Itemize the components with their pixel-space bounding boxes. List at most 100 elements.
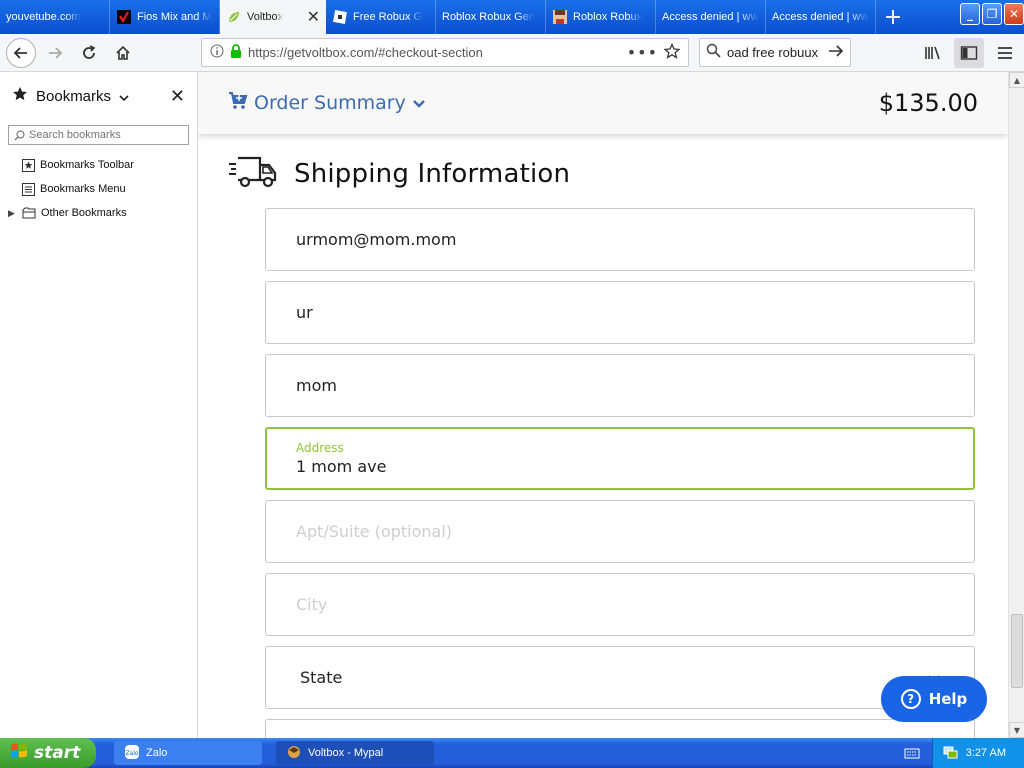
apt-suite-field[interactable] [265,500,975,563]
restore-button[interactable]: ❐ [982,3,1002,25]
taskbar-item-voltbox[interactable]: Voltbox - Mypal [276,741,434,765]
first-name-field[interactable] [265,281,975,344]
star-bookmark-icon[interactable] [663,42,681,63]
bookmarks-menu-icon [22,182,35,196]
tab-free-robux[interactable]: Free Robux G [326,0,436,34]
search-input[interactable]: oad free robuux [727,45,822,60]
sidebar-icon [960,46,978,60]
start-button[interactable]: start [0,738,96,768]
forward-button[interactable] [40,38,70,68]
url-text[interactable]: https://getvoltbox.com/#checkout-section [248,45,621,60]
close-icon: ✕ [1008,7,1020,21]
tab-label: Free Robux G [353,11,423,23]
tab-youvetube[interactable]: youvetube.com [0,0,110,34]
bookmarks-toolbar-icon [22,158,35,172]
bookmark-search-input[interactable] [29,129,179,141]
clock[interactable]: 3:27 AM [966,747,1006,759]
sidebar-toggle-button[interactable] [954,38,984,68]
last-name-field[interactable] [265,354,975,417]
scroll-up-icon[interactable]: ▲ [1009,72,1024,88]
search-bar[interactable]: oad free robuux [699,38,851,67]
city-input[interactable] [296,595,944,614]
plus-icon: + [883,4,903,30]
tab-access-denied-1[interactable]: Access denied | www [656,0,766,34]
bookmark-search-field[interactable] [8,125,189,145]
tab-label: Roblox Robux [573,11,643,23]
roblox-icon [332,9,348,25]
library-button[interactable] [918,38,948,68]
tab-access-denied-2[interactable]: Access denied | www [766,0,876,34]
apt-suite-input[interactable] [296,522,944,541]
new-tab-button[interactable]: + [876,0,910,34]
page-actions-icon[interactable]: ••• [627,43,658,62]
address-field[interactable]: Address [265,427,975,490]
bookmark-item-menu[interactable]: Bookmarks Menu [0,177,197,201]
taskbar-item-zalo[interactable]: Zalo Zalo [114,741,262,765]
close-tab-icon[interactable]: ✕ [307,7,320,27]
tab-voltbox[interactable]: Voltbox ✕ [220,0,326,34]
home-button[interactable] [108,38,138,68]
last-name-input[interactable] [296,376,944,395]
tab-label: Voltbox [247,11,284,23]
navigation-toolbar: https://getvoltbox.com/#checkout-section… [0,34,1024,72]
tab-fios[interactable]: Fios Mix and M [110,0,220,34]
next-field[interactable] [265,719,975,738]
info-icon[interactable] [210,43,224,62]
tab-label: Fios Mix and M [137,11,212,23]
order-summary-toggle[interactable]: Order Summary [254,92,406,114]
arrow-go-icon[interactable] [828,43,844,62]
taskbar-item-label: Voltbox - Mypal [308,747,384,759]
reload-button[interactable] [74,38,104,68]
chevron-right-icon[interactable]: ▶ [8,208,15,219]
svg-text:Zalo: Zalo [125,750,138,757]
help-button[interactable]: ? Help [881,676,987,722]
scroll-down-icon[interactable]: ▼ [1009,722,1024,738]
state-select-value: State [300,668,343,687]
bookmark-item-label: Bookmarks Toolbar [40,159,134,171]
mypal-browser-icon [286,744,302,763]
back-button[interactable] [6,37,36,68]
email-input[interactable] [296,230,944,249]
bookmark-item-label: Bookmarks Menu [40,183,126,195]
state-select[interactable]: State [265,646,975,709]
tab-label: Access denied | www [772,11,869,23]
bookmark-item-toolbar[interactable]: Bookmarks Toolbar [0,153,197,177]
start-label: start [34,743,81,763]
arrow-left-icon [13,46,27,59]
first-name-input[interactable] [296,303,944,322]
url-bar[interactable]: https://getvoltbox.com/#checkout-section… [201,38,689,67]
search-icon [14,130,25,140]
close-sidebar-icon[interactable]: ✕ [170,86,185,107]
sidebar-title[interactable]: Bookmarks [36,88,111,105]
windows-taskbar: start Zalo Zalo Voltbox - Mypal 3:27 AM [0,738,1024,768]
page-scrollbar[interactable]: ▲ ▼ [1008,72,1024,738]
minimize-button[interactable]: _ [960,3,980,25]
system-tray: 3:27 AM [932,738,1024,768]
tab-roblox-robux[interactable]: Roblox Robux [546,0,656,34]
bookmark-item-other[interactable]: ▶ Other Bookmarks [0,201,197,225]
close-window-button[interactable]: ✕ [1004,3,1024,25]
keyboard-icon[interactable] [904,745,920,764]
scroll-thumb[interactable] [1011,614,1023,688]
bookmark-tree: Bookmarks Toolbar Bookmarks Menu ▶ Other… [0,153,197,225]
address-label: Address [296,441,344,455]
page-content: Order Summary $135.00 Shipping Informati… [198,72,1008,738]
minimize-icon: _ [967,7,973,21]
address-input[interactable] [296,457,944,476]
star-icon [12,86,28,106]
order-total: $135.00 [878,89,978,117]
reload-icon [83,44,96,59]
shopping-cart-icon[interactable] [228,92,248,114]
verizon-check-icon [116,9,132,25]
chevron-down-icon[interactable] [412,94,426,113]
city-field[interactable] [265,573,975,636]
network-icon[interactable] [942,744,958,763]
chevron-down-icon[interactable] [119,87,129,106]
zalo-icon: Zalo [124,744,140,763]
tab-robux-gen[interactable]: Roblox Robux Gen [436,0,546,34]
tab-strip: youvetube.com Fios Mix and M Voltbox ✕ F… [0,0,1024,34]
library-icon [925,46,940,60]
menu-button[interactable] [990,38,1020,68]
home-icon [116,45,130,60]
email-field[interactable] [265,208,975,271]
